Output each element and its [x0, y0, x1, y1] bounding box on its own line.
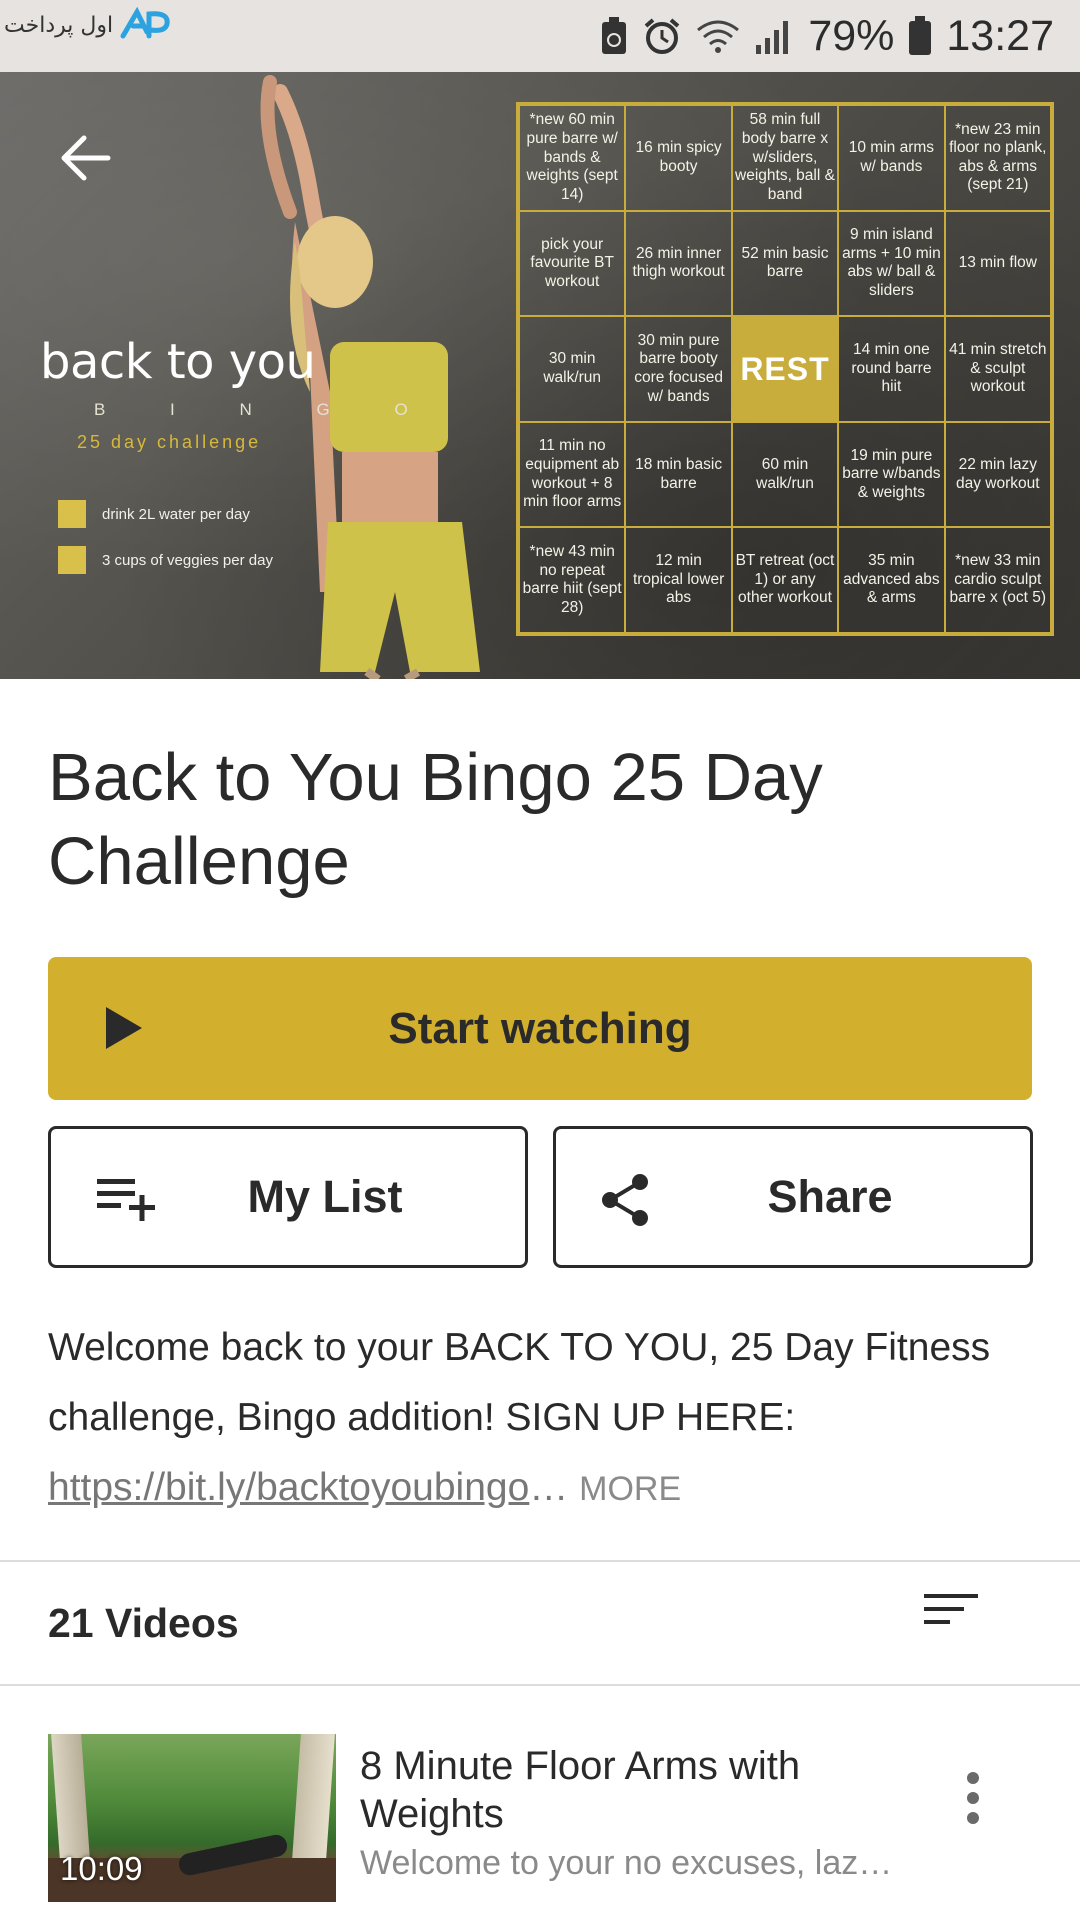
- description-more-button[interactable]: MORE: [579, 1470, 681, 1508]
- logo-mark-icon: [120, 6, 170, 39]
- bingo-cell: 14 min one round barre hiit: [838, 316, 945, 422]
- bingo-cell: 30 min walk/run: [519, 316, 626, 422]
- share-label: Share: [767, 1171, 893, 1222]
- share-button[interactable]: Share: [553, 1126, 1033, 1268]
- hero-bingo-label: B I N G O: [94, 400, 438, 419]
- sort-icon: [924, 1594, 978, 1624]
- alarm-icon: [642, 16, 682, 56]
- more-vertical-icon: [967, 1772, 979, 1824]
- app-logo: اول پرداخت: [0, 0, 177, 44]
- bingo-cell: 9 min island arms + 10 min abs w/ ball &…: [838, 210, 945, 317]
- bingo-cell: 12 min tropical lower abs: [625, 527, 732, 633]
- bingo-cell: pick your favourite BT workout: [519, 210, 626, 317]
- video-more-button[interactable]: [958, 1764, 988, 1844]
- bingo-cell: 60 min walk/run: [731, 421, 839, 528]
- legend-label: 3 cups of veggies per day: [102, 551, 273, 569]
- bingo-cell: *new 43 min no repeat barre hiit (sept 2…: [519, 527, 626, 633]
- my-list-button[interactable]: My List: [48, 1126, 528, 1268]
- battery-percent: 79%: [808, 11, 895, 60]
- signal-icon: [754, 17, 794, 55]
- divider: [0, 1560, 1080, 1562]
- battery-saver-icon: [600, 16, 628, 56]
- video-title: 8 Minute Floor Arms with Weights: [360, 1744, 801, 1836]
- hero-title: back to you: [40, 334, 316, 390]
- start-watching-label: Start watching: [388, 1003, 692, 1053]
- playlist-description: Welcome back to your BACK TO YOU, 25 Day…: [48, 1313, 1038, 1524]
- bingo-cell: 35 min advanced abs & arms: [838, 527, 945, 633]
- bingo-cell: 11 min no equipment ab workout + 8 min f…: [519, 421, 626, 528]
- video-thumbnail: 10:09: [48, 1734, 336, 1902]
- back-button[interactable]: [56, 128, 116, 188]
- thumbnail-curtain: [291, 1734, 335, 1874]
- videos-count: 21 Videos: [48, 1600, 239, 1646]
- bingo-cell: 26 min inner thigh workout: [625, 210, 732, 317]
- hero-banner: back to you B I N G O 25 day challenge d…: [0, 72, 1080, 679]
- playlist-title: Back to You Bingo 25 Day Challenge: [48, 740, 823, 899]
- bingo-cell: 18 min basic barre: [625, 421, 732, 528]
- bingo-cell: 58 min full body barre x w/sliders, weig…: [731, 105, 839, 211]
- my-list-label: My List: [247, 1171, 403, 1222]
- legend-swatch: [58, 546, 86, 574]
- description-ellipsis: …: [529, 1466, 569, 1509]
- battery-icon: [908, 16, 932, 56]
- bingo-cell: *new 60 min pure barre w/ bands & weight…: [519, 105, 626, 211]
- video-duration: 10:09: [60, 1850, 143, 1887]
- bingo-cell: 16 min spicy booty: [625, 105, 732, 211]
- back-arrow-icon: [61, 135, 111, 181]
- wifi-icon: [696, 18, 740, 54]
- bingo-cell: BT retreat (oct 1) or any other workout: [731, 527, 839, 633]
- divider: [0, 1684, 1080, 1686]
- status-indicators: 79% 13:27: [600, 0, 1054, 72]
- bingo-cell: *new 33 min cardio sculpt barre x (oct 5…: [944, 527, 1051, 633]
- bingo-cell: 13 min flow: [944, 210, 1051, 317]
- description-link[interactable]: https://bit.ly/backtoyoubingo: [48, 1466, 529, 1509]
- start-watching-button[interactable]: Start watching: [48, 957, 1032, 1100]
- bingo-cell: 52 min basic barre: [731, 210, 839, 317]
- status-bar: اول پرداخت 79% 13:27: [0, 0, 1080, 72]
- legend-label: drink 2L water per day: [102, 505, 250, 523]
- video-list-item[interactable]: 10:09 8 Minute Floor Arms with Weights W…: [0, 1712, 1080, 1920]
- bingo-cell-rest: REST: [731, 316, 839, 422]
- bingo-cell: 30 min pure barre booty core focused w/ …: [625, 316, 732, 422]
- play-icon: [106, 1007, 142, 1049]
- bingo-cell: *new 23 min floor no plank, abs & arms (…: [944, 105, 1051, 211]
- clock-time: 13:27: [946, 11, 1054, 60]
- legend-item-water: drink 2L water per day: [58, 500, 250, 528]
- legend-item-veggies: 3 cups of veggies per day: [58, 546, 273, 574]
- logo-text: اول پرداخت: [4, 12, 114, 38]
- bingo-cell: 22 min lazy day workout: [944, 421, 1051, 528]
- bingo-cell: 19 min pure barre w/bands & weights: [838, 421, 945, 528]
- bingo-grid: *new 60 min pure barre w/ bands & weight…: [516, 102, 1054, 636]
- bingo-cell: 10 min arms w/ bands: [838, 105, 945, 211]
- legend-swatch: [58, 500, 86, 528]
- bingo-cell: 41 min stretch & sculpt workout: [944, 316, 1051, 422]
- description-text: Welcome back to your BACK TO YOU, 25 Day…: [48, 1326, 991, 1439]
- sort-button[interactable]: [920, 1590, 1000, 1650]
- hero-challenge-label: 25 day challenge: [77, 432, 262, 452]
- video-description: Welcome to your no excuses, laz…: [360, 1844, 893, 1882]
